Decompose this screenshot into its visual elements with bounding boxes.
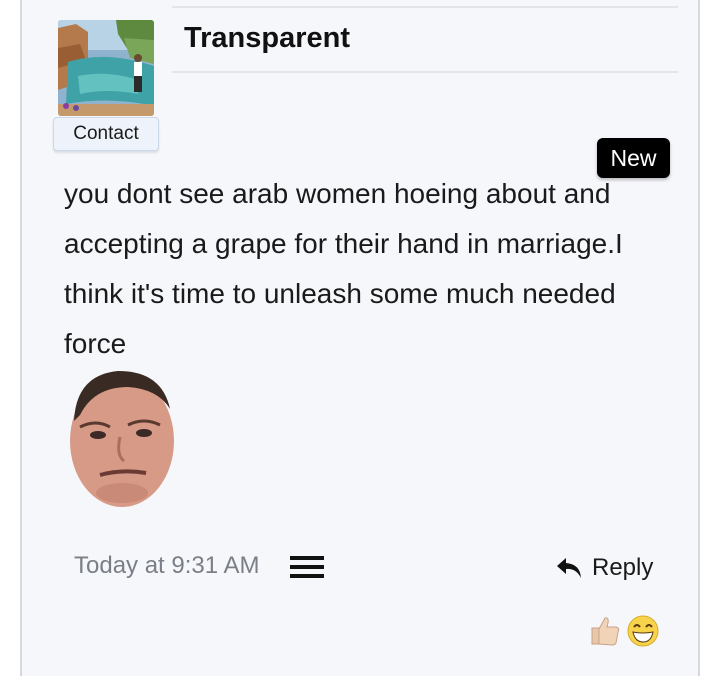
post-author[interactable]: Transparent xyxy=(184,22,350,55)
user-avatar[interactable] xyxy=(58,20,154,116)
post-message: you dont see arab women hoeing about and… xyxy=(64,178,623,359)
reply-button[interactable]: Reply xyxy=(556,550,653,586)
reaction-bar xyxy=(588,614,660,648)
contact-button[interactable]: Contact xyxy=(53,117,159,151)
header-divider-top xyxy=(172,6,678,8)
reply-arrow-icon xyxy=(557,558,581,578)
reply-label: Reply xyxy=(592,554,654,581)
laughing-face-icon[interactable] xyxy=(626,614,660,648)
thumbs-up-icon[interactable] xyxy=(588,614,622,648)
hamburger-menu-icon[interactable] xyxy=(290,556,324,580)
post-timestamp[interactable]: Today at 9:31 AM xyxy=(74,552,259,580)
header-divider-bottom xyxy=(172,71,678,73)
face-sticker-image xyxy=(70,371,174,507)
forum-post: Contact Transparent New you dont see ara… xyxy=(20,0,700,676)
